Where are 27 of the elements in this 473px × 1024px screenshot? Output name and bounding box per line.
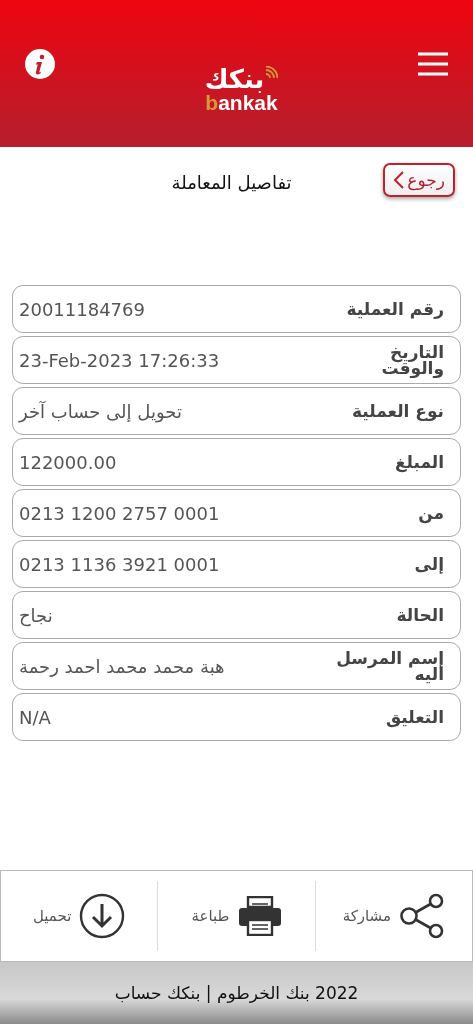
detail-value: 0213 1136 3921 0001	[19, 553, 220, 575]
detail-label: إلى	[414, 556, 444, 572]
detail-label: إسم المرسل اليه	[336, 650, 444, 682]
download-icon	[79, 893, 126, 939]
detail-value: 23-Feb-2023 17:26:33	[19, 349, 220, 371]
detail-value: N/A	[19, 706, 51, 728]
detail-label: نوع العملية	[352, 403, 444, 419]
detail-label: التاريخ والوقت	[381, 344, 444, 376]
footer-text: 2022 بنك الخرطوم | بنكك حساب	[114, 983, 359, 1003]
menu-icon[interactable]	[417, 51, 449, 76]
logo-arabic: بنكك	[204, 65, 265, 92]
page-title: تفاصيل المعاملة	[171, 171, 292, 193]
signal-icon	[264, 65, 279, 80]
chevron-left-icon	[393, 170, 406, 190]
detail-value: نجاح	[19, 604, 53, 626]
detail-value: 122000.00	[19, 451, 117, 473]
info-icon[interactable]	[24, 47, 56, 80]
printer-icon	[237, 896, 282, 936]
share-icon	[399, 893, 446, 939]
detail-value: هبة محمد محمد احمد رحمة	[19, 655, 225, 677]
logo-latin: bankak	[205, 91, 278, 114]
detail-value: تحويل إلى حساب آخر	[19, 400, 182, 422]
detail-label: رقم العملية	[346, 301, 444, 317]
back-button[interactable]: رجوع	[383, 163, 455, 197]
detail-label: الحالة	[396, 607, 444, 623]
detail-value: 20011184769	[19, 298, 145, 320]
detail-value: 0213 1200 2757 0001	[19, 502, 220, 524]
